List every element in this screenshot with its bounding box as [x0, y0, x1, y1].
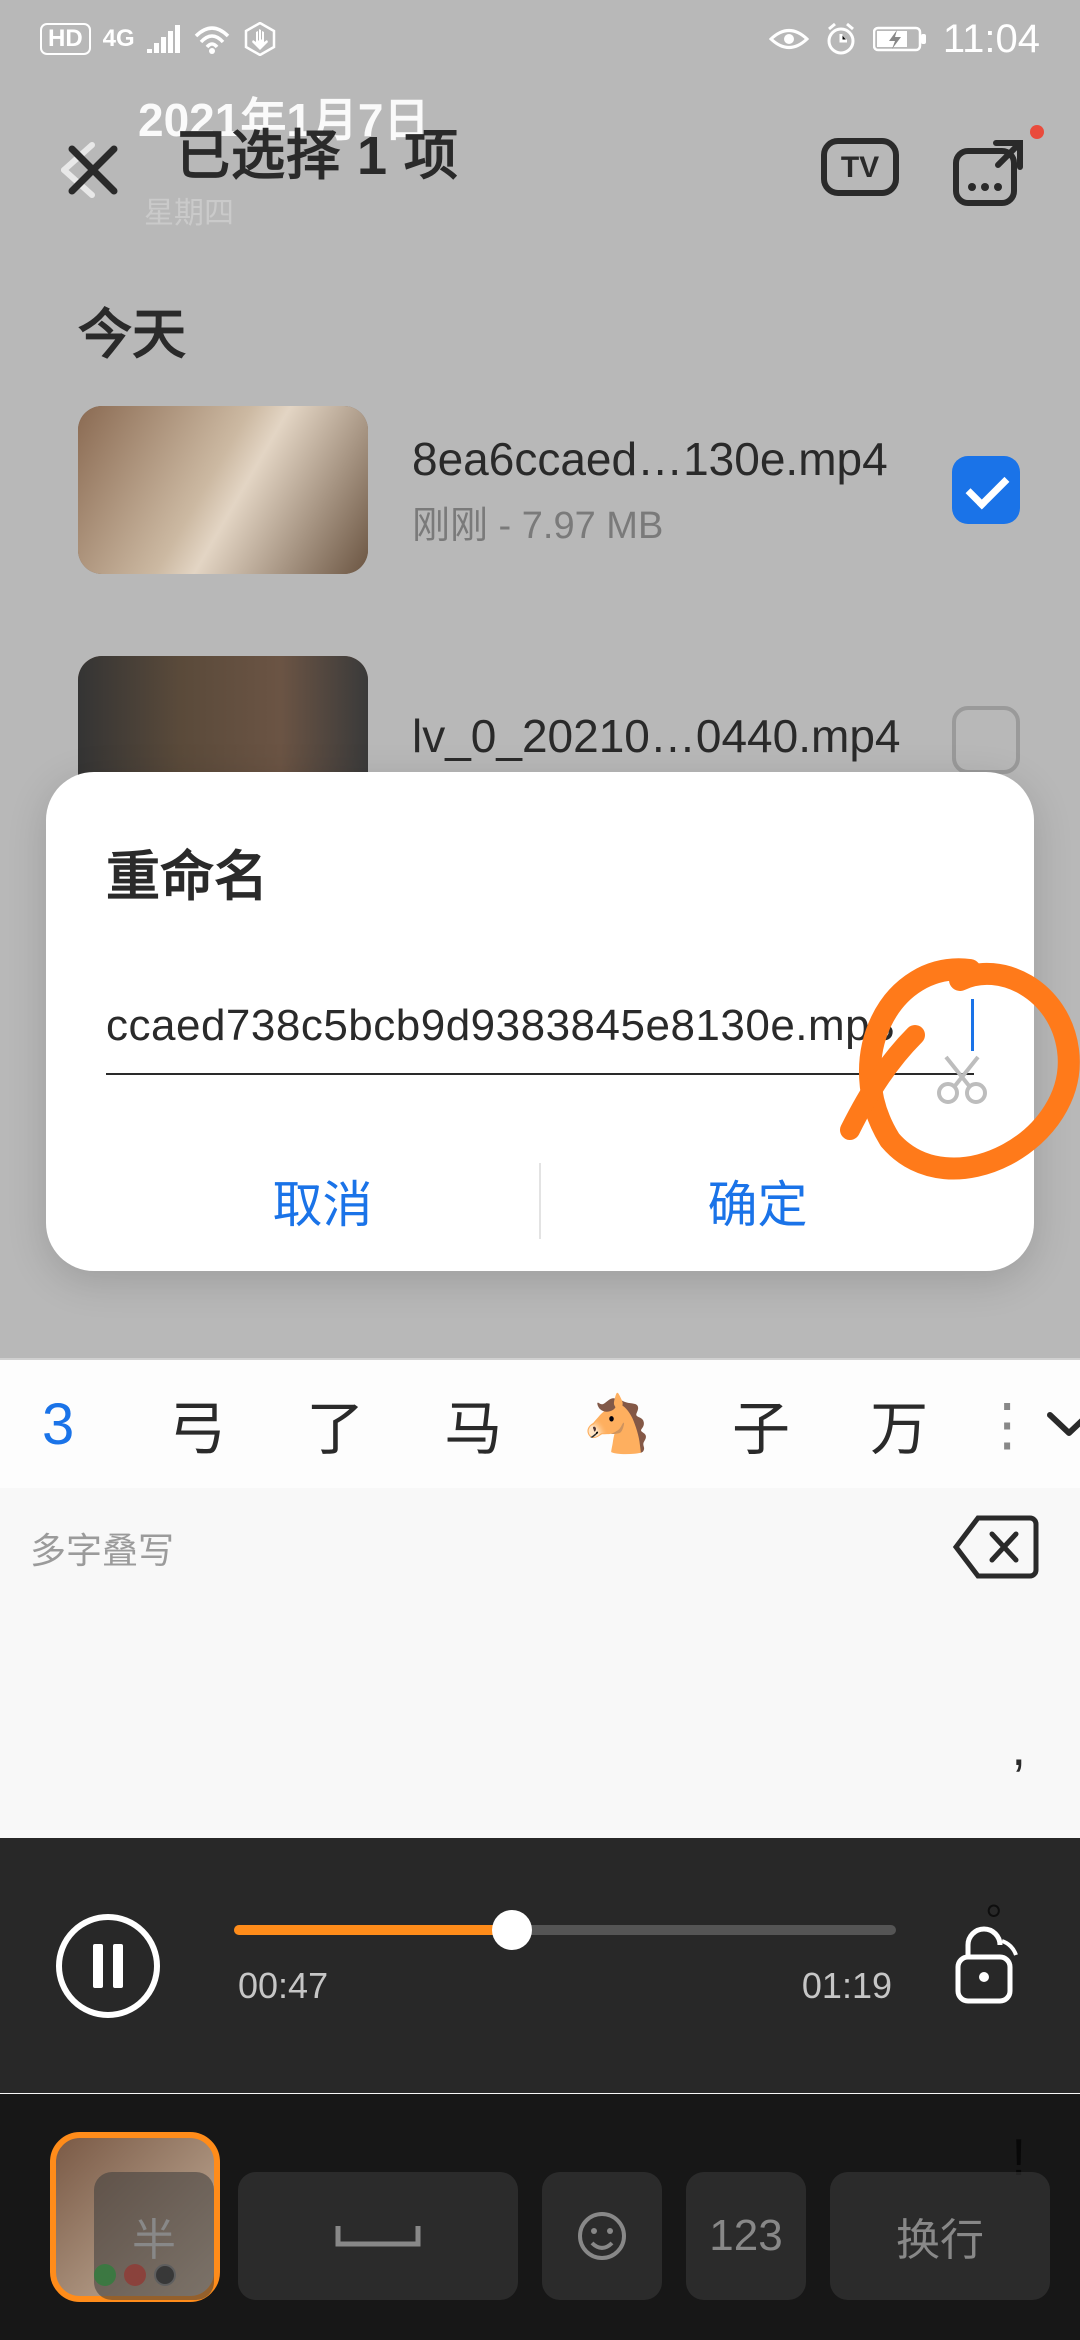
candidate-emoji[interactable]: 🐴	[542, 1391, 692, 1457]
pause-button[interactable]	[56, 1914, 160, 2018]
status-bar: HD 4G 11:04	[0, 0, 1080, 78]
status-time: 11:04	[943, 17, 1040, 62]
network-4g-icon: 4G	[103, 25, 135, 53]
keyboard-bottom-row: 半 123 换行	[94, 2172, 1050, 2300]
header-weekday: 星期四	[144, 188, 459, 232]
ime-hint: 多字叠写	[30, 1522, 174, 1574]
checkbox-off[interactable]	[952, 706, 1020, 774]
candidate-item[interactable]: 弓	[128, 1382, 266, 1466]
dialog-title: 重命名	[106, 832, 974, 911]
wifi-icon	[193, 24, 231, 54]
lock-icon[interactable]	[944, 1921, 1024, 2011]
bottom-dock: 半 123 换行	[0, 2094, 1080, 2340]
ime-candidate-bar: 3 弓 了 马 🐴 子 万 ⋮	[0, 1358, 1080, 1488]
candidate-item[interactable]: 子	[692, 1382, 830, 1466]
candidate-item[interactable]: 3	[16, 1391, 128, 1458]
close-button[interactable]	[48, 125, 138, 215]
hd-badge: HD	[40, 23, 91, 55]
hand-icon	[243, 22, 277, 56]
scissors-icon[interactable]	[932, 1049, 992, 1109]
cancel-button[interactable]: 取消	[106, 1131, 539, 1271]
status-right: 11:04	[769, 17, 1040, 62]
expand-candidates-icon[interactable]	[1046, 1379, 1080, 1469]
selection-count: 已选择 1 项	[176, 111, 459, 190]
key-enter[interactable]: 换行	[830, 2172, 1050, 2300]
header-titles: 2021年1月7日 已选择 1 项 星期四	[138, 96, 459, 231]
rename-dialog: 重命名 取消 确定	[46, 772, 1034, 1271]
backspace-icon[interactable]	[950, 1512, 1040, 1582]
progress-bar[interactable]: 00:47 01:19	[234, 1925, 896, 2007]
confirm-button[interactable]: 确定	[541, 1131, 974, 1271]
time-current: 00:47	[238, 1965, 328, 2007]
time-total: 01:19	[802, 1965, 892, 2007]
signal-icon	[147, 25, 181, 53]
file-name: 8ea6ccaed…130e.mp4	[412, 432, 952, 486]
checkbox-on[interactable]	[952, 456, 1020, 524]
battery-icon	[873, 25, 929, 53]
section-today: 今天	[78, 290, 186, 369]
key-half[interactable]: 半	[94, 2172, 214, 2300]
edit-icon[interactable]	[948, 135, 1032, 205]
video-thumbnail	[78, 406, 368, 574]
rename-input[interactable]	[106, 991, 974, 1075]
header: 2021年1月7日 已选择 1 项 星期四 TV	[0, 90, 1080, 250]
video-player-bar: 00:47 01:19	[0, 1838, 1080, 2093]
candidate-item[interactable]: 了	[266, 1382, 404, 1466]
key-emoji[interactable]	[542, 2172, 662, 2300]
progress-knob[interactable]	[492, 1910, 532, 1950]
candidate-item-more: ⋮	[968, 1390, 1046, 1458]
candidate-item[interactable]: 马	[404, 1382, 542, 1466]
file-name: lv_0_20210…0440.mp4	[412, 709, 952, 763]
alarm-icon	[823, 21, 859, 57]
status-left: HD 4G	[40, 22, 277, 56]
svg-text:TV: TV	[841, 151, 879, 184]
cast-icon[interactable]: TV	[818, 135, 902, 205]
eye-icon	[769, 26, 809, 52]
file-row[interactable]: 8ea6ccaed…130e.mp4 刚刚 - 7.97 MB	[78, 400, 1020, 580]
key-space[interactable]	[238, 2172, 518, 2300]
file-meta: 刚刚 - 7.97 MB	[412, 494, 952, 549]
punct-comma[interactable]: ,	[1012, 1718, 1026, 1778]
text-cursor	[971, 999, 974, 1051]
key-123[interactable]: 123	[686, 2172, 806, 2300]
notification-dot-icon	[1030, 125, 1044, 139]
candidate-item[interactable]: 万	[830, 1382, 968, 1466]
